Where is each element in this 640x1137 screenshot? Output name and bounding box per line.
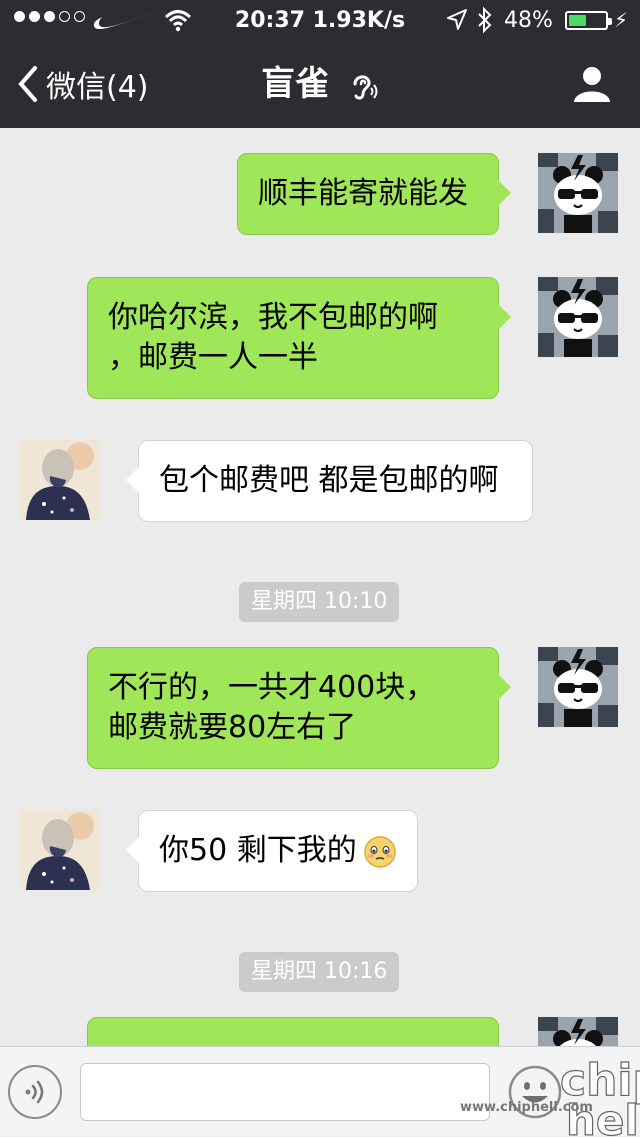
message-received: 包个邮费吧 都是包邮的啊 — [0, 428, 640, 538]
avatar-self[interactable] — [538, 647, 618, 727]
message-text: 你哈尔滨，我不包邮的啊 ，邮费一人一半 — [108, 300, 438, 375]
timestamp: 星期四 10:16 — [239, 952, 400, 992]
chat-title: 盲雀 — [0, 62, 640, 106]
avatar-contact[interactable] — [20, 810, 100, 890]
message-list[interactable]: 顺丰能寄就能发 你哈尔滨，我不包邮的啊 ，邮费一人一半 包个邮费吧 都是包邮的啊… — [0, 128, 640, 1046]
nav-bar: 微信(4) 盲雀 — [0, 40, 640, 128]
message-text: 包个邮费吧 都是包邮的啊 — [159, 463, 499, 498]
avatar-self[interactable] — [538, 277, 618, 357]
chiphell-watermark-logo: chip hell — [559, 1054, 640, 1137]
message-bubble[interactable] — [87, 1017, 511, 1046]
voice-button[interactable] — [8, 1065, 62, 1119]
message-text: 顺丰能寄就能发 — [258, 176, 468, 211]
person-icon[interactable] — [572, 64, 612, 104]
input-bar: chip hell — [0, 1046, 640, 1137]
message-sent: 不行的，一共才400块， 邮费就要80左右了 — [0, 638, 640, 778]
message-text: 不行的，一共才400块， 邮费就要80左右了 — [108, 670, 436, 745]
message-received: 你50 剩下我的 — [0, 798, 640, 908]
message-sent — [0, 1008, 640, 1046]
status-bar: 20:37 1.93K/s 48% ⚡ — [0, 0, 640, 40]
panda-avatar-icon — [538, 647, 618, 727]
message-bubble[interactable]: 你50 剩下我的 — [126, 810, 418, 892]
message-bubble[interactable]: 你哈尔滨，我不包邮的啊 ，邮费一人一半 — [87, 277, 511, 399]
battery-percent: 48% — [504, 8, 553, 33]
message-text: 你50 剩下我的 — [159, 831, 397, 871]
battery-icon — [565, 11, 612, 30]
location-arrow-icon — [447, 9, 467, 30]
panda-avatar-icon — [538, 153, 618, 233]
avatar-contact[interactable] — [20, 440, 100, 520]
message-bubble[interactable]: 包个邮费吧 都是包邮的啊 — [126, 440, 533, 522]
ear-icon — [353, 75, 378, 100]
contact-name: 盲雀 — [261, 64, 330, 104]
charging-icon: ⚡ — [614, 8, 629, 32]
message-bubble[interactable]: 顺丰能寄就能发 — [237, 153, 511, 235]
contact-avatar-icon — [20, 440, 100, 520]
timestamp: 星期四 10:10 — [239, 582, 400, 622]
message-bubble[interactable]: 不行的，一共才400块， 邮费就要80左右了 — [87, 647, 511, 769]
message-sent: 顺丰能寄就能发 — [0, 128, 640, 248]
top-bar: 20:37 1.93K/s 48% ⚡ 微信(4) 盲雀 — [0, 0, 640, 128]
panda-avatar-icon — [538, 1017, 618, 1046]
avatar-self[interactable] — [538, 153, 618, 233]
avatar-self[interactable] — [538, 1017, 618, 1046]
bluetooth-icon — [478, 6, 492, 34]
contact-avatar-icon — [20, 810, 100, 890]
voice-icon — [25, 1080, 44, 1104]
message-input[interactable] — [80, 1063, 490, 1121]
shy-face-emoji-icon — [363, 835, 396, 868]
message-sent: 你哈尔滨，我不包邮的啊 ，邮费一人一半 — [0, 268, 640, 408]
network-speed: 1.93K/s — [312, 8, 406, 33]
panda-avatar-icon — [538, 277, 618, 357]
watermark-url: www.chiphell.com — [460, 1100, 593, 1115]
